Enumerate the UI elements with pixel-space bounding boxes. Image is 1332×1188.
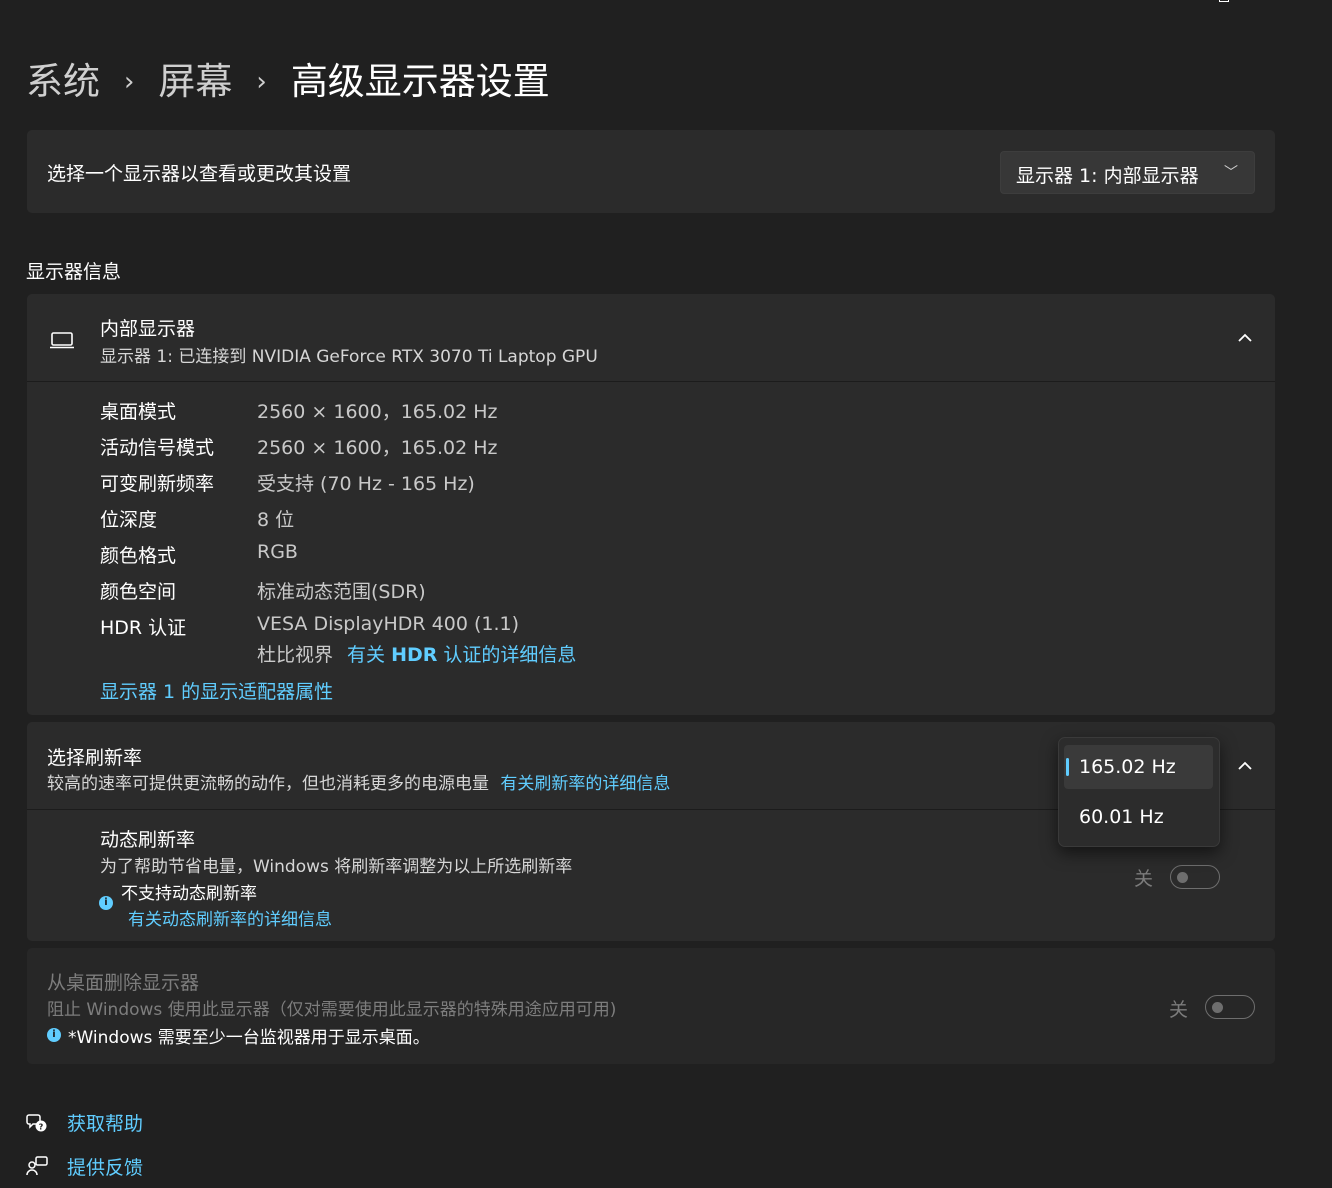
- display-info-subtitle: 显示器 1: 已连接到 NVIDIA GeForce RTX 3070 Ti L…: [100, 347, 598, 367]
- info-icon: i: [47, 1028, 61, 1042]
- refresh-rate-description-text: 较高的速率可提供更流畅的动作，但也消耗更多的电源电量: [47, 774, 489, 794]
- give-feedback-text: 提供反馈: [67, 1157, 144, 1179]
- property-label: 颜色空间: [100, 581, 177, 603]
- toggle-knob: [1177, 872, 1188, 883]
- remove-display-title: 从桌面删除显示器: [47, 972, 200, 994]
- property-value: 8 位: [257, 509, 295, 531]
- hdr-link-bold: HDR: [391, 644, 438, 666]
- info-icon: i: [99, 896, 113, 910]
- refresh-rate-option-selected[interactable]: 165.02 Hz: [1064, 745, 1213, 789]
- refresh-rate-title: 选择刷新率: [47, 747, 143, 769]
- display-select-label: 选择一个显示器以查看或更改其设置: [47, 163, 352, 185]
- property-label: 颜色格式: [100, 545, 177, 567]
- help-chat-icon: ?: [26, 1114, 47, 1132]
- breadcrumb-separator: ›: [124, 67, 135, 97]
- chevron-up-icon[interactable]: [1235, 328, 1255, 348]
- hdr-link-suffix: 认证的详细信息: [443, 644, 577, 666]
- refresh-rate-option[interactable]: 60.01 Hz: [1064, 795, 1213, 839]
- get-help-text: 获取帮助: [67, 1113, 144, 1135]
- remove-display-toggle[interactable]: [1205, 995, 1255, 1019]
- display-select-dropdown[interactable]: 显示器 1: 内部显示器 ﹀: [1000, 151, 1255, 194]
- remove-display-card: 从桌面删除显示器 阻止 Windows 使用此显示器（仅对需要使用此显示器的特殊…: [27, 948, 1275, 1064]
- property-label: 位深度: [100, 509, 158, 531]
- svg-text:?: ?: [39, 1123, 44, 1132]
- minimize-button[interactable]: [1146, 0, 1192, 16]
- toggle-knob: [1212, 1002, 1223, 1013]
- dynamic-refresh-toggle-label: 关: [1134, 868, 1154, 890]
- window-controls: ✕: [1152, 0, 1332, 14]
- close-icon: ✕: [1273, 0, 1288, 6]
- chevron-down-icon: ﹀: [1224, 165, 1238, 181]
- refresh-rate-option-label: 165.02 Hz: [1079, 756, 1176, 778]
- display-select-card: 选择一个显示器以查看或更改其设置 显示器 1: 内部显示器 ﹀: [27, 130, 1275, 213]
- refresh-rate-description: 较高的速率可提供更流畅的动作，但也消耗更多的电源电量 有关刷新率的详细信息: [47, 769, 670, 794]
- selection-indicator: [1066, 758, 1069, 776]
- maximize-button[interactable]: [1202, 0, 1248, 16]
- close-button[interactable]: ✕: [1259, 0, 1305, 16]
- dolby-vision-text: 杜比视界: [257, 644, 334, 666]
- property-label: 活动信号模式: [100, 437, 215, 459]
- hdr-details-link[interactable]: 有关 HDR 认证的详细信息: [347, 640, 576, 667]
- property-value: 2560 × 1600，165.02 Hz: [257, 401, 498, 423]
- property-value: 2560 × 1600，165.02 Hz: [257, 437, 498, 459]
- chevron-up-icon[interactable]: [1235, 756, 1255, 776]
- page-title: 高级显示器设置: [290, 60, 550, 103]
- property-value: 受支持 (70 Hz - 165 Hz): [257, 473, 475, 495]
- breadcrumb-item-system[interactable]: 系统: [26, 56, 100, 108]
- display-info-card: 内部显示器 显示器 1: 已连接到 NVIDIA GeForce RTX 307…: [27, 294, 1275, 715]
- hdr-link-prefix: 有关: [347, 644, 386, 666]
- property-value: RGB: [257, 541, 298, 563]
- display-select-value: 显示器 1: 内部显示器: [1016, 165, 1199, 187]
- display-info-header[interactable]: 内部显示器 显示器 1: 已连接到 NVIDIA GeForce RTX 307…: [27, 294, 1275, 382]
- dynamic-refresh-details-link[interactable]: 有关动态刷新率的详细信息: [128, 905, 332, 930]
- dynamic-refresh-description: 为了帮助节省电量，Windows 将刷新率调整为以上所选刷新率: [100, 857, 573, 877]
- remove-display-note: *Windows 需要至少一台监视器用于显示桌面。: [68, 1028, 430, 1048]
- display-info-title: 内部显示器: [100, 318, 196, 340]
- dynamic-refresh-title: 动态刷新率: [100, 829, 196, 851]
- property-value: 标准动态范围(SDR): [257, 581, 426, 603]
- feedback-icon: [26, 1156, 48, 1176]
- section-title-display-info: 显示器信息: [26, 261, 122, 283]
- breadcrumb-item-display[interactable]: 屏幕: [158, 56, 232, 108]
- dynamic-refresh-toggle[interactable]: [1170, 865, 1220, 889]
- remove-display-toggle-label: 关: [1169, 999, 1189, 1021]
- breadcrumb-separator: ›: [256, 67, 267, 97]
- refresh-rate-details-link[interactable]: 有关刷新率的详细信息: [500, 774, 670, 794]
- refresh-rate-flyout: 165.02 Hz 60.01 Hz: [1058, 737, 1220, 847]
- refresh-rate-option-label: 60.01 Hz: [1079, 806, 1164, 828]
- adapter-properties-link[interactable]: 显示器 1 的显示适配器属性: [100, 677, 333, 704]
- maximize-icon: [1219, 0, 1229, 2]
- breadcrumb: 系统 › 屏幕 › 高级显示器设置: [26, 56, 550, 108]
- property-label: HDR 认证: [100, 617, 187, 639]
- property-label: 可变刷新频率: [100, 473, 215, 495]
- laptop-icon: [50, 332, 74, 349]
- dynamic-refresh-note: 不支持动态刷新率: [121, 884, 257, 904]
- property-value: VESA DisplayHDR 400 (1.1): [257, 613, 519, 635]
- remove-display-description: 阻止 Windows 使用此显示器（仅对需要使用此显示器的特殊用途应用可用): [47, 1000, 617, 1020]
- property-label: 桌面模式: [100, 401, 177, 423]
